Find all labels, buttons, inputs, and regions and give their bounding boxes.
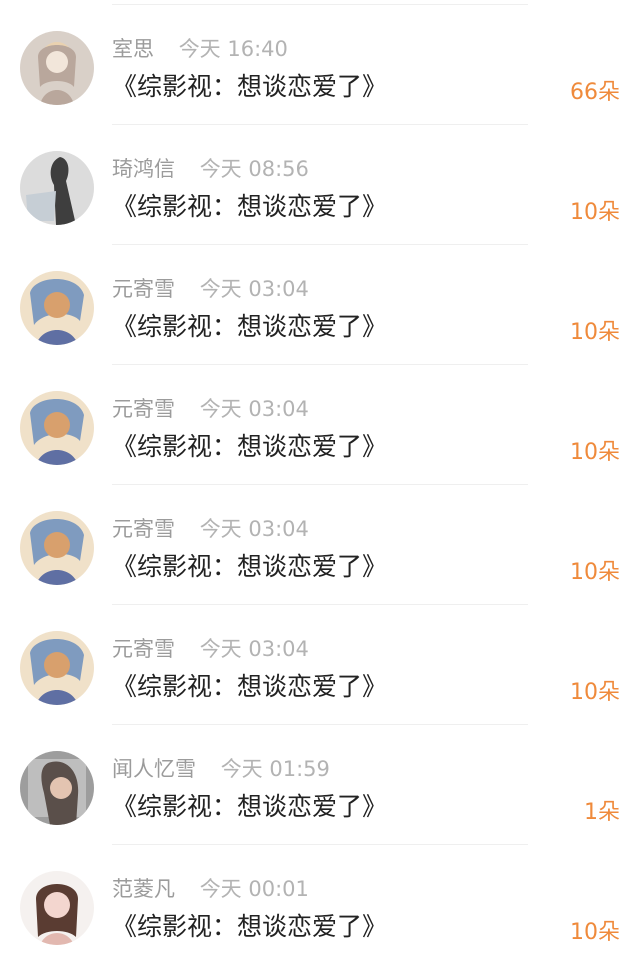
avatar[interactable]	[20, 271, 94, 345]
book-title[interactable]: 《综影视：想谈恋爱了》	[112, 427, 387, 467]
flower-count: 10朵	[570, 560, 620, 585]
book-title[interactable]: 《综影视：想谈恋爱了》	[112, 307, 387, 347]
book-title[interactable]: 《综影视：想谈恋爱了》	[112, 67, 387, 107]
sender-name[interactable]: 元寄雪	[112, 397, 175, 421]
avatar-photo-girl-dark-hair-icon	[20, 751, 94, 825]
message-meta: 元寄雪 今天 03:04	[112, 393, 309, 425]
message-time: 今天 08:56	[199, 157, 309, 181]
message-time: 今天 16:40	[178, 37, 288, 61]
message-meta: 闻人忆雪 今天 01:59	[112, 753, 330, 785]
message-meta: 室思 今天 16:40	[112, 33, 288, 65]
book-title[interactable]: 《综影视：想谈恋爱了》	[112, 907, 387, 947]
avatar-silhouette-monochrome-icon	[20, 151, 94, 225]
message-row-5[interactable]: 元寄雪 今天 03:04 《综影视：想谈恋爱了》 10朵	[0, 485, 640, 605]
sender-name[interactable]: 琦鸿信	[112, 157, 175, 181]
sender-name[interactable]: 范菱凡	[112, 877, 175, 901]
avatar-illustrated-girl-brown-hair-icon	[20, 871, 94, 945]
avatar[interactable]	[20, 751, 94, 825]
avatar[interactable]	[20, 631, 94, 705]
message-time: 今天 03:04	[199, 277, 309, 301]
flower-count: 10朵	[570, 680, 620, 705]
message-meta: 琦鸿信 今天 08:56	[112, 153, 309, 185]
message-row-1[interactable]: 室思 今天 16:40 《综影视：想谈恋爱了》 66朵	[0, 5, 640, 125]
book-title[interactable]: 《综影视：想谈恋爱了》	[112, 547, 387, 587]
message-row-6[interactable]: 元寄雪 今天 03:04 《综影视：想谈恋爱了》 10朵	[0, 605, 640, 725]
avatar-anime-blue-hair-icon	[20, 511, 94, 585]
sender-name[interactable]: 室思	[112, 37, 154, 61]
avatar[interactable]	[20, 391, 94, 465]
flower-count: 66朵	[570, 80, 620, 105]
message-meta: 范菱凡 今天 00:01	[112, 873, 309, 905]
flower-count: 1朵	[584, 800, 620, 825]
message-time: 今天 00:01	[199, 877, 309, 901]
avatar[interactable]	[20, 31, 94, 105]
message-row-4[interactable]: 元寄雪 今天 03:04 《综影视：想谈恋爱了》 10朵	[0, 365, 640, 485]
sender-name[interactable]: 元寄雪	[112, 517, 175, 541]
message-time: 今天 01:59	[220, 757, 330, 781]
message-time: 今天 03:04	[199, 397, 309, 421]
message-meta: 元寄雪 今天 03:04	[112, 633, 309, 665]
message-row-7[interactable]: 闻人忆雪 今天 01:59 《综影视：想谈恋爱了》 1朵	[0, 725, 640, 845]
message-row-3[interactable]: 元寄雪 今天 03:04 《综影视：想谈恋爱了》 10朵	[0, 245, 640, 365]
avatar-anime-blue-hair-icon	[20, 271, 94, 345]
message-time: 今天 03:04	[199, 517, 309, 541]
book-title[interactable]: 《综影视：想谈恋爱了》	[112, 787, 387, 827]
message-row-2[interactable]: 琦鸿信 今天 08:56 《综影视：想谈恋爱了》 10朵	[0, 125, 640, 245]
flower-count: 10朵	[570, 200, 620, 225]
message-row-8[interactable]: 范菱凡 今天 00:01 《综影视：想谈恋爱了》 10朵	[0, 845, 640, 965]
message-time: 今天 03:04	[199, 637, 309, 661]
avatar-anime-blue-hair-icon	[20, 631, 94, 705]
book-title[interactable]: 《综影视：想谈恋爱了》	[112, 187, 387, 227]
flower-count: 10朵	[570, 920, 620, 945]
sender-name[interactable]: 元寄雪	[112, 637, 175, 661]
avatar-anime-girl-blonde-icon	[20, 31, 94, 105]
sender-name[interactable]: 闻人忆雪	[112, 757, 196, 781]
book-title[interactable]: 《综影视：想谈恋爱了》	[112, 667, 387, 707]
avatar-anime-blue-hair-icon	[20, 391, 94, 465]
flower-count: 10朵	[570, 440, 620, 465]
message-meta: 元寄雪 今天 03:04	[112, 513, 309, 545]
avatar[interactable]	[20, 151, 94, 225]
sender-name[interactable]: 元寄雪	[112, 277, 175, 301]
flower-count: 10朵	[570, 320, 620, 345]
message-meta: 元寄雪 今天 03:04	[112, 273, 309, 305]
avatar[interactable]	[20, 871, 94, 945]
message-list: 室思 今天 16:40 《综影视：想谈恋爱了》 66朵 琦鸿信 今天 08:56…	[0, 0, 640, 966]
avatar[interactable]	[20, 511, 94, 585]
